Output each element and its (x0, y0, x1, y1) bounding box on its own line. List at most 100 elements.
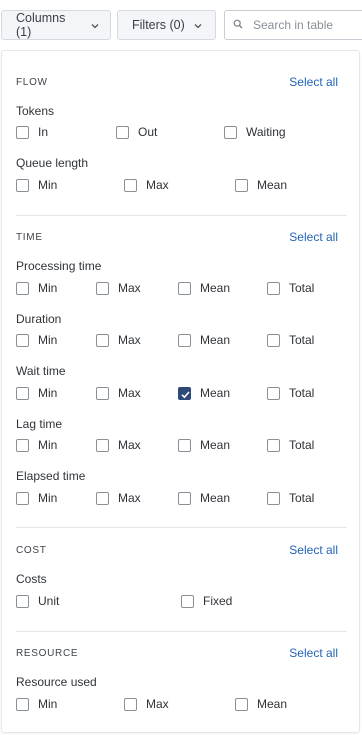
select-all-cost[interactable]: Select all (289, 543, 338, 557)
checkbox-option[interactable]: In (16, 124, 48, 140)
table-search[interactable] (224, 10, 362, 40)
checkbox-option[interactable]: Waiting (224, 124, 286, 140)
checkbox-option[interactable]: Min (16, 490, 57, 506)
checkbox-label: Max (118, 333, 141, 347)
columns-panel: FLOW Select all Tokens In Out Waiting Queu… (1, 50, 360, 733)
checkbox-option[interactable]: Max (96, 490, 141, 506)
checkbox-option[interactable]: Max (124, 177, 169, 193)
section-title: RESOURCE (16, 648, 79, 659)
checkbox-option[interactable]: Mean (235, 177, 287, 193)
section-time: TIME Select all (16, 230, 338, 248)
checkbox-option[interactable]: Out (116, 124, 157, 140)
checkbox[interactable] (96, 491, 109, 505)
checkbox-option[interactable]: Mean (178, 437, 230, 453)
checkbox-option[interactable]: Max (96, 332, 141, 348)
group-label-costs: Costs (16, 572, 47, 586)
checkbox[interactable] (124, 178, 137, 192)
checkbox-option[interactable]: Total (267, 385, 314, 401)
select-all-resource[interactable]: Select all (289, 646, 338, 660)
select-all-time[interactable]: Select all (289, 230, 338, 244)
columns-button[interactable]: Columns (1) (1, 10, 111, 40)
checkbox[interactable] (96, 438, 109, 452)
section-cost: COST Select all (16, 543, 338, 561)
filters-button[interactable]: Filters (0) (117, 10, 216, 40)
checkbox-label: Max (118, 438, 141, 452)
checkbox-option[interactable]: Mean (235, 696, 287, 712)
checkbox[interactable] (267, 386, 280, 400)
group-label-tokens: Tokens (16, 104, 55, 118)
checkbox[interactable] (267, 281, 280, 295)
checkbox-label: Mean (257, 178, 288, 192)
checkbox-option[interactable]: Min (16, 332, 57, 348)
checkbox[interactable] (96, 333, 109, 347)
checkbox-option[interactable]: Mean (178, 490, 230, 506)
checkbox[interactable] (16, 178, 29, 192)
section-title: FLOW (16, 77, 48, 88)
checkbox-label: Min (38, 333, 58, 347)
group-label-queue-length: Queue length (16, 156, 89, 170)
checkbox-label: Total (289, 386, 315, 400)
checkbox[interactable] (178, 438, 191, 452)
checkbox-option[interactable]: Total (267, 280, 314, 296)
checkbox-option[interactable]: Max (96, 385, 141, 401)
checkbox-label: Out (138, 125, 158, 139)
checkbox-checked[interactable] (178, 386, 191, 400)
checkbox[interactable] (235, 178, 248, 192)
checkbox-option[interactable]: Min (16, 280, 57, 296)
checkbox[interactable] (16, 281, 29, 295)
checkbox-label: Total (289, 333, 315, 347)
checkbox-label: Min (38, 491, 58, 505)
checkbox-option[interactable]: Total (267, 437, 314, 453)
checkbox[interactable] (267, 333, 280, 347)
checkbox[interactable] (224, 125, 237, 139)
checkbox[interactable] (96, 281, 109, 295)
checkbox[interactable] (16, 697, 29, 711)
checkbox[interactable] (178, 333, 191, 347)
checkbox-label: Total (289, 281, 315, 295)
filters-button-label: Filters (0) (132, 18, 185, 32)
checkbox-label: Min (38, 281, 58, 295)
checkbox-option[interactable]: Fixed (181, 593, 232, 609)
checkbox-label: Mean (200, 438, 231, 452)
checkbox[interactable] (178, 281, 191, 295)
checkbox-label: In (38, 125, 49, 139)
checkbox[interactable] (16, 491, 29, 505)
checkbox-option[interactable]: Mean (178, 332, 230, 348)
checkbox[interactable] (178, 491, 191, 505)
checkbox[interactable] (235, 697, 248, 711)
checkbox[interactable] (267, 491, 280, 505)
checkbox[interactable] (16, 125, 29, 139)
checkbox-option[interactable]: Min (16, 696, 57, 712)
checkbox-option[interactable]: Min (16, 177, 57, 193)
checkbox-label: Max (118, 491, 141, 505)
checkbox-option[interactable]: Unit (16, 593, 59, 609)
checkbox[interactable] (16, 386, 29, 400)
checkbox[interactable] (267, 438, 280, 452)
checkbox-option[interactable]: Mean (178, 280, 230, 296)
group-label-elapsed-time: Elapsed time (16, 469, 86, 483)
checkbox-option[interactable]: Total (267, 332, 314, 348)
group-label-processing-time: Processing time (16, 259, 102, 273)
checkbox-label: Max (118, 386, 141, 400)
checkbox[interactable] (16, 594, 29, 608)
checkbox-option[interactable]: Min (16, 385, 57, 401)
checkbox-label: Mean (200, 333, 231, 347)
checkbox-option[interactable]: Max (124, 696, 169, 712)
checkbox[interactable] (16, 438, 29, 452)
checkbox-option[interactable]: Total (267, 490, 314, 506)
select-all-flow[interactable]: Select all (289, 75, 338, 89)
checkbox[interactable] (16, 333, 29, 347)
checkbox-option[interactable]: Min (16, 437, 57, 453)
checkbox[interactable] (116, 125, 129, 139)
checkbox[interactable] (181, 594, 194, 608)
checkbox-option[interactable]: Max (96, 280, 141, 296)
checkbox-option[interactable]: Max (96, 437, 141, 453)
checkbox-option[interactable]: Mean (178, 385, 230, 401)
checkbox-label: Min (38, 438, 58, 452)
checkbox-label: Mean (200, 491, 231, 505)
checkbox[interactable] (96, 386, 109, 400)
checkbox[interactable] (124, 697, 137, 711)
chevron-down-icon (193, 20, 203, 30)
checkbox-label: Max (146, 697, 169, 711)
search-input[interactable] (251, 17, 362, 33)
